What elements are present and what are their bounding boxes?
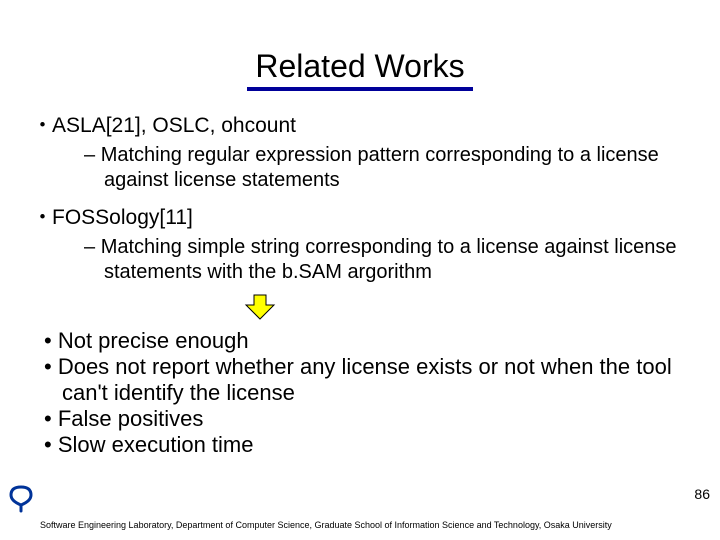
footer-text: Software Engineering Laboratory, Departm… — [40, 520, 612, 530]
university-logo-icon — [6, 483, 36, 518]
conclusion-item: Does not report whether any license exis… — [44, 354, 682, 406]
bullet-item: ASLA[21], OSLC, ohcount — [38, 109, 682, 139]
slide-title: Related Works — [247, 48, 472, 91]
arrow-container — [0, 293, 682, 326]
content-area: ASLA[21], OSLC, ohcount Matching regular… — [0, 91, 720, 458]
bullet-label: ASLA[21], OSLC, ohcount — [52, 114, 296, 137]
page-number: 86 — [694, 486, 710, 502]
conclusion-item: False positives — [44, 406, 682, 432]
conclusion-item: Not precise enough — [44, 328, 682, 354]
sub-bullet: Matching regular expression pattern corr… — [84, 143, 682, 193]
title-container: Related Works — [0, 0, 720, 91]
bullet-item: FOSSology[11] — [38, 201, 682, 231]
conclusion-item: Slow execution time — [44, 432, 682, 458]
sub-bullet: Matching simple string corresponding to … — [84, 235, 682, 285]
down-arrow-icon — [243, 308, 277, 325]
bullet-label: FOSSology[11] — [52, 206, 193, 229]
